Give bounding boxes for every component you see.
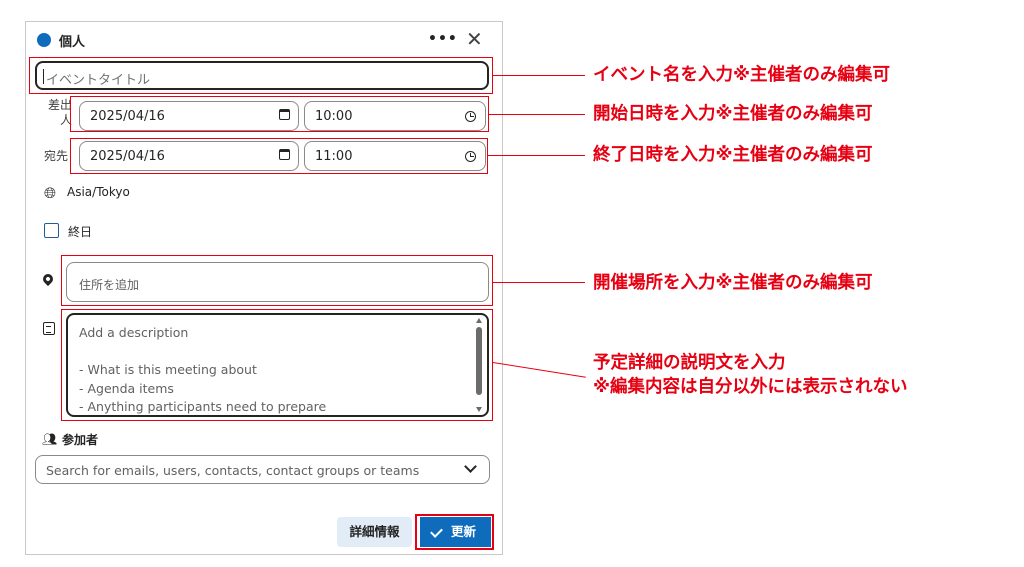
- scroll-down-arrow[interactable]: [476, 407, 482, 412]
- annotation-description-text-2: ※編集内容は自分以外には表示されない: [593, 377, 908, 397]
- description-icon: [43, 322, 55, 335]
- description-scrollbar[interactable]: [476, 327, 482, 395]
- more-options-button[interactable]: •••: [428, 31, 458, 47]
- annotation-description-text-1: 予定詳細の説明文を入力: [593, 353, 786, 373]
- clock-icon: [465, 151, 476, 162]
- update-button-label: 更新: [451, 524, 477, 539]
- annotation-line-title: [493, 75, 585, 76]
- end-row-label: 宛先: [44, 149, 69, 163]
- event-title-input[interactable]: イベントタイトル: [35, 61, 489, 90]
- annotation-location-text: 開催場所を入力※主催者のみ編集可: [593, 273, 873, 293]
- update-button[interactable]: 更新: [420, 517, 491, 547]
- start-time-value: 10:00: [315, 109, 353, 124]
- clock-icon: [465, 111, 476, 122]
- end-time-input[interactable]: 11:00: [304, 141, 486, 171]
- annotation-start-text: 開始日時を入力※主催者のみ編集可: [593, 104, 873, 124]
- start-row-label: 差出 人: [47, 98, 72, 127]
- annotation-end-text: 終了日時を入力※主催者のみ編集可: [593, 145, 873, 165]
- description-placeholder: Add a description - What is this meeting…: [79, 325, 327, 414]
- annotation-line-description: [492, 362, 586, 378]
- end-date-input[interactable]: 2025/04/16: [79, 141, 299, 171]
- close-icon[interactable]: ✕: [466, 29, 483, 49]
- annotation-line-start: [489, 114, 585, 115]
- attendees-search-input[interactable]: Search for emails, users, contacts, cont…: [35, 455, 490, 484]
- attendees-label: 参加者: [62, 433, 99, 447]
- annotation-title-text: イベント名を入力※主催者のみ編集可: [593, 65, 891, 85]
- start-date-value: 2025/04/16: [90, 109, 165, 124]
- description-textarea[interactable]: Add a description - What is this meeting…: [66, 313, 489, 417]
- attendees-placeholder: Search for emails, users, contacts, cont…: [46, 463, 420, 478]
- text-caret: [43, 69, 44, 84]
- end-date-value: 2025/04/16: [90, 149, 165, 164]
- people-icon: 👥︎: [42, 432, 58, 446]
- chevron-down-icon[interactable]: [464, 460, 477, 473]
- scroll-up-arrow[interactable]: [476, 318, 482, 323]
- end-time-value: 11:00: [315, 149, 353, 164]
- all-day-checkbox[interactable]: [44, 223, 59, 238]
- calendar-icon: [279, 109, 290, 120]
- event-title-placeholder: イベントタイトル: [46, 73, 151, 88]
- location-placeholder: 住所を追加: [79, 278, 140, 292]
- calendar-icon: [279, 149, 290, 160]
- start-date-input[interactable]: 2025/04/16: [79, 101, 299, 131]
- calendar-name[interactable]: 個人: [59, 31, 85, 50]
- more-details-button[interactable]: 詳細情報: [337, 517, 412, 547]
- annotation-line-location: [493, 282, 585, 283]
- globe-icon: 🌐︎: [44, 184, 57, 202]
- location-input[interactable]: 住所を追加: [66, 262, 489, 302]
- calendar-color-dot: [37, 33, 51, 47]
- checkmark-icon: [430, 525, 443, 538]
- annotation-line-end: [488, 155, 585, 156]
- timezone-selector[interactable]: Asia/Tokyo: [67, 185, 130, 199]
- all-day-label[interactable]: 終日: [68, 223, 92, 240]
- start-time-input[interactable]: 10:00: [304, 101, 486, 131]
